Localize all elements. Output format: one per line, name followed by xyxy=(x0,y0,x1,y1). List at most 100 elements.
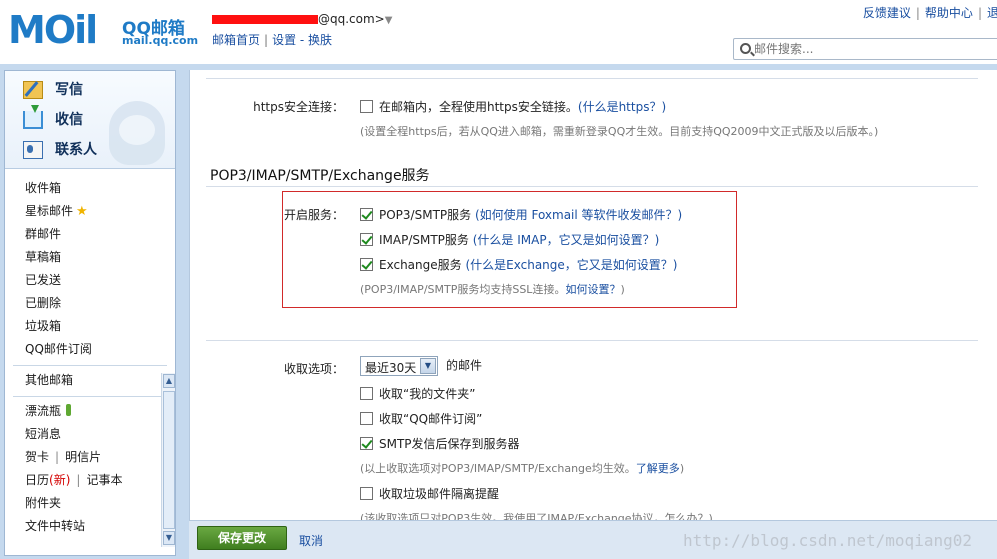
receive-label: 收信 xyxy=(55,112,83,128)
receive-my-folders[interactable]: 收取“我的文件夹” xyxy=(360,385,475,402)
my-folders-checkbox[interactable] xyxy=(360,387,373,400)
app-postcard[interactable]: 明信片 xyxy=(65,450,101,464)
what-is-https-link[interactable]: (什么是https？) xyxy=(578,100,666,114)
receive-note-text: (以上收取选项对POP3/IMAP/SMTP/Exchange均生效。 xyxy=(360,462,636,475)
calendar-label: 日历 xyxy=(25,473,50,487)
chevron-down-icon[interactable]: ▼ xyxy=(163,531,175,545)
save-sent-label: SMTP发信后保存到服务器 xyxy=(379,437,520,451)
folder-other-mailboxes[interactable]: 其他邮箱 xyxy=(5,369,175,392)
ssl-howto-link[interactable]: 如何设置？ xyxy=(565,283,620,296)
folder-inbox[interactable]: 收件箱 xyxy=(5,177,175,200)
app-file-transfer[interactable]: 文件中转站 xyxy=(5,515,175,538)
qq-mail-logo[interactable]: MOil QQ邮箱 mail.qq.com xyxy=(8,8,198,52)
spam-reminder-label: 收取垃圾邮件隔离提醒 xyxy=(379,487,500,501)
account-suffix: @qq.com> xyxy=(318,12,385,26)
receive-button[interactable]: 收信 xyxy=(23,105,83,133)
folder-subscriptions[interactable]: QQ邮件订阅 xyxy=(5,338,175,361)
save-changes-button[interactable]: 保存更改 xyxy=(197,526,287,550)
sidebar-scrollbar[interactable]: ▲ ▼ xyxy=(161,373,175,547)
divider xyxy=(206,340,978,341)
nav-dash: - xyxy=(296,33,309,47)
header-nav: 邮箱首页 | 设置 - 换肤 xyxy=(212,31,332,48)
contacts-label: 联系人 xyxy=(55,142,97,158)
nav-settings-link[interactable]: 设置 xyxy=(272,33,296,47)
logout-link[interactable]: 退 xyxy=(987,6,997,20)
receive-range-suffix: 的邮件 xyxy=(446,358,483,373)
pop3-checkbox[interactable] xyxy=(360,208,373,221)
folder-spam[interactable]: 垃圾箱 xyxy=(5,315,175,338)
exchange-label: Exchange服务 xyxy=(379,258,462,272)
exchange-checkbox[interactable] xyxy=(360,258,373,271)
scrollbar-thumb[interactable] xyxy=(163,391,175,529)
contacts-button[interactable]: 联系人 xyxy=(23,137,97,163)
app-sms[interactable]: 短消息 xyxy=(5,423,175,446)
contact-card-icon xyxy=(23,141,43,159)
mail-search-box[interactable] xyxy=(733,38,997,60)
https-option-text: 在邮箱内，全程使用https安全链接。 xyxy=(379,100,578,114)
chevron-down-icon: ▼ xyxy=(384,15,393,26)
receive-note: (以上收取选项对POP3/IMAP/SMTP/Exchange均生效。了解更多) xyxy=(360,460,684,476)
pop3-help-link[interactable]: (如何使用 Foxmail 等软件收发邮件？) xyxy=(475,208,682,222)
https-note: (设置全程https后，若从QQ进入邮箱，需重新登录QQ才生效。目前支持QQ20… xyxy=(360,125,879,138)
service-exchange[interactable]: Exchange服务 (什么是Exchange，它又是如何设置？) xyxy=(360,256,677,273)
top-links: 反馈建议 | 帮助中心 | 退 xyxy=(863,4,997,21)
folder-starred[interactable]: 星标邮件 ★ xyxy=(5,200,175,223)
calendar-new-badge: (新) xyxy=(49,473,71,487)
logo-word: MOil xyxy=(8,8,98,52)
service-pop3[interactable]: POP3/SMTP服务 (如何使用 Foxmail 等软件收发邮件？) xyxy=(360,206,682,223)
receive-range-row: 最近30天 ▼ 的邮件 xyxy=(360,356,482,376)
feedback-link[interactable]: 反馈建议 xyxy=(863,6,911,20)
imap-checkbox[interactable] xyxy=(360,233,373,246)
nav-home-link[interactable]: 邮箱首页 xyxy=(212,33,260,47)
app-attachments[interactable]: 附件夹 xyxy=(5,492,175,515)
top-separator: | xyxy=(977,6,982,20)
https-option[interactable]: 在邮箱内，全程使用https安全链接。(什么是https？) xyxy=(360,98,666,115)
logo-domain: mail.qq.com xyxy=(122,34,199,47)
subscriptions-checkbox[interactable] xyxy=(360,412,373,425)
folder-sent[interactable]: 已发送 xyxy=(5,269,175,292)
ssl-note: (POP3/IMAP/SMTP服务均支持SSL连接。如何设置？) xyxy=(360,281,625,297)
app-calendar[interactable]: 日历(新) xyxy=(25,473,70,487)
top-separator: | xyxy=(915,6,920,20)
app-separator: | xyxy=(55,450,60,464)
inbox-download-icon xyxy=(23,105,43,129)
exchange-help-link[interactable]: (什么是Exchange，它又是如何设置？) xyxy=(465,258,677,272)
cancel-link[interactable]: 取消 xyxy=(299,532,323,549)
chevron-up-icon[interactable]: ▲ xyxy=(163,374,175,388)
https-checkbox[interactable] xyxy=(360,100,373,113)
app-cards: 贺卡 | 明信片 xyxy=(5,446,175,469)
drift-bottle-label: 漂流瓶 xyxy=(25,404,62,418)
watermark: http://blog.csdn.net/moqiang02 xyxy=(683,531,972,550)
mail-search-input[interactable] xyxy=(754,41,994,57)
subscriptions-label: 收取“QQ邮件订阅” xyxy=(379,412,483,426)
nav-separator: | xyxy=(264,33,269,47)
folder-deleted[interactable]: 已删除 xyxy=(5,292,175,315)
sidebar: 写信 收信 联系人 收件箱 星标邮件 ★ 群邮件 草稿箱 已发送 已删除 垃圾箱 … xyxy=(4,70,176,556)
redacted-username xyxy=(212,15,318,24)
receive-note-end: ) xyxy=(679,462,685,475)
service-imap[interactable]: IMAP/SMTP服务 (什么是 IMAP，它又是如何设置？) xyxy=(360,231,659,248)
star-icon: ★ xyxy=(76,204,88,219)
folder-group-mail[interactable]: 群邮件 xyxy=(5,223,175,246)
chevron-down-icon[interactable]: ▼ xyxy=(420,358,436,374)
receive-range-select[interactable]: 最近30天 ▼ xyxy=(360,356,438,376)
receive-subscriptions[interactable]: 收取“QQ邮件订阅” xyxy=(360,410,482,427)
app-notebook[interactable]: 记事本 xyxy=(86,473,122,487)
account-switcher[interactable]: @qq.com>▼ xyxy=(212,12,392,26)
spam-reminder[interactable]: 收取垃圾邮件隔离提醒 xyxy=(360,485,499,502)
divider xyxy=(206,186,978,187)
compose-button[interactable]: 写信 xyxy=(23,77,83,103)
spam-reminder-checkbox[interactable] xyxy=(360,487,373,500)
receive-range-value: 最近30天 xyxy=(365,361,417,375)
app-drift-bottle[interactable]: 漂流瓶 xyxy=(5,400,175,423)
nav-skin-link[interactable]: 换肤 xyxy=(308,33,332,47)
save-sent-to-server[interactable]: SMTP发信后保存到服务器 xyxy=(360,435,520,452)
save-sent-checkbox[interactable] xyxy=(360,437,373,450)
help-link[interactable]: 帮助中心 xyxy=(925,6,973,20)
folder-drafts[interactable]: 草稿箱 xyxy=(5,246,175,269)
imap-help-link[interactable]: (什么是 IMAP，它又是如何设置？) xyxy=(473,233,660,247)
learn-more-link[interactable]: 了解更多 xyxy=(636,462,680,475)
header: MOil QQ邮箱 mail.qq.com @qq.com>▼ 邮箱首页 | 设置 … xyxy=(0,0,997,64)
app-greeting-card[interactable]: 贺卡 xyxy=(25,450,49,464)
quick-actions: 写信 收信 联系人 xyxy=(5,71,175,169)
